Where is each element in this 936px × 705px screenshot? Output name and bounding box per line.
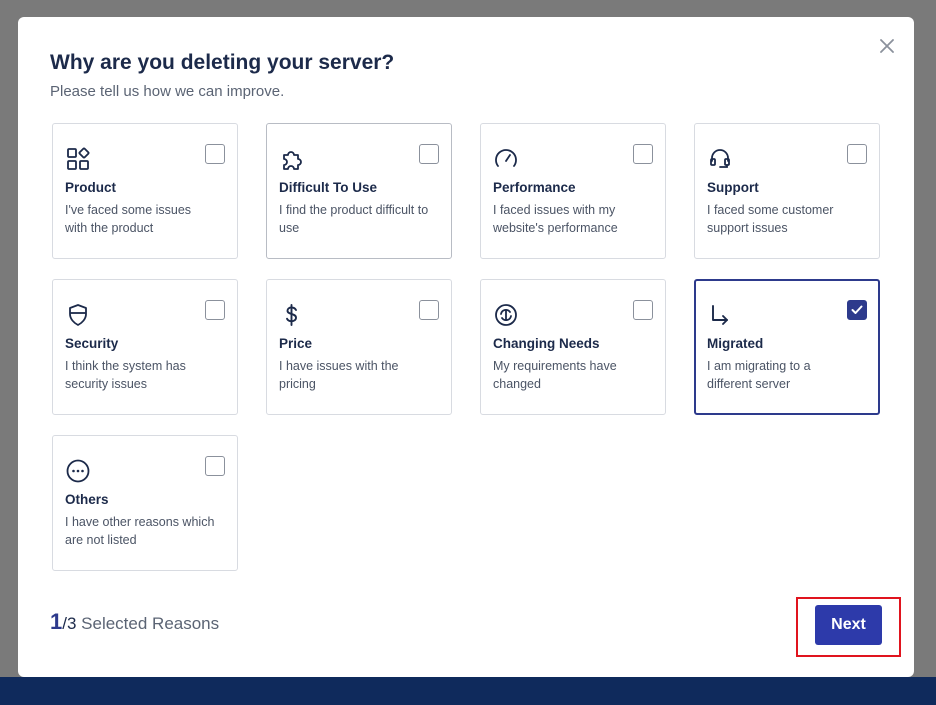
cycle-dollar-icon xyxy=(493,302,519,328)
reason-card-migrated[interactable]: Migrated I am migrating to a different s… xyxy=(694,279,880,415)
reason-checkbox[interactable] xyxy=(633,144,653,164)
modal-title: Why are you deleting your server? xyxy=(50,51,395,74)
reason-card-security[interactable]: Security I think the system has security… xyxy=(52,279,238,415)
background-footer-bar xyxy=(0,677,936,705)
reason-label: Performance xyxy=(493,180,576,195)
delete-server-modal: Why are you deleting your server? Please… xyxy=(18,17,914,677)
modal-subtitle: Please tell us how we can improve. xyxy=(50,83,285,100)
reason-description: I faced issues with my website's perform… xyxy=(493,203,618,235)
reason-description: I think the system has security issues xyxy=(65,359,186,391)
reason-description: I find the product difficult to use xyxy=(279,203,429,235)
reason-card-product[interactable]: Product I've faced some issues with the … xyxy=(52,123,238,259)
reasons-grid: Product I've faced some issues with the … xyxy=(52,123,880,571)
reason-checkbox[interactable] xyxy=(633,300,653,320)
next-button[interactable]: Next xyxy=(815,605,882,645)
reason-checkbox[interactable] xyxy=(205,456,225,476)
reason-description: I faced some customer support issues xyxy=(707,203,834,235)
headset-icon xyxy=(707,146,733,172)
reason-checkbox[interactable] xyxy=(205,144,225,164)
close-icon[interactable] xyxy=(876,35,898,57)
reason-checkbox[interactable] xyxy=(419,144,439,164)
reason-label: Difficult To Use xyxy=(279,180,378,195)
reason-description: My requirements have changed xyxy=(493,359,617,391)
reason-description: I have issues with the pricing xyxy=(279,359,399,391)
arrow-turn-icon xyxy=(707,302,733,328)
reason-label: Migrated xyxy=(707,336,764,351)
shield-icon xyxy=(65,302,91,328)
reason-card-performance[interactable]: Performance I faced issues with my websi… xyxy=(480,123,666,259)
puzzle-icon xyxy=(279,146,305,172)
reason-card-price[interactable]: Price I have issues with the pricing xyxy=(266,279,452,415)
reason-card-support[interactable]: Support I faced some customer support is… xyxy=(694,123,880,259)
more-icon xyxy=(65,458,91,484)
reason-description: I have other reasons which are not liste… xyxy=(65,515,215,547)
selected-count-max: /3 xyxy=(62,614,77,633)
reason-description: I am migrating to a different server xyxy=(707,359,811,391)
reason-checkbox[interactable] xyxy=(847,144,867,164)
selected-count-label: Selected Reasons xyxy=(76,614,220,633)
reason-card-others[interactable]: Others I have other reasons which are no… xyxy=(52,435,238,571)
reason-label: Security xyxy=(65,336,119,351)
reason-checkbox[interactable] xyxy=(419,300,439,320)
checkmark-icon xyxy=(851,305,863,314)
dollar-icon xyxy=(279,302,305,328)
speedometer-icon xyxy=(493,146,519,172)
reason-label: Product xyxy=(65,180,117,195)
reason-description: I've faced some issues with the product xyxy=(65,203,192,235)
product-icon xyxy=(65,146,91,172)
reason-label: Others xyxy=(65,492,109,507)
reason-card-changing-needs[interactable]: Changing Needs My requirements have chan… xyxy=(480,279,666,415)
selected-count-number: 1 xyxy=(50,609,63,634)
reason-checkbox-checked[interactable] xyxy=(847,300,867,320)
reason-label: Support xyxy=(707,180,759,195)
reason-label: Price xyxy=(279,336,313,351)
reason-label: Changing Needs xyxy=(493,336,600,351)
reason-card-difficult-to-use[interactable]: Difficult To Use I find the product diff… xyxy=(266,123,452,259)
selected-count: 1/3 Selected Reasons xyxy=(50,609,219,635)
reason-checkbox[interactable] xyxy=(205,300,225,320)
